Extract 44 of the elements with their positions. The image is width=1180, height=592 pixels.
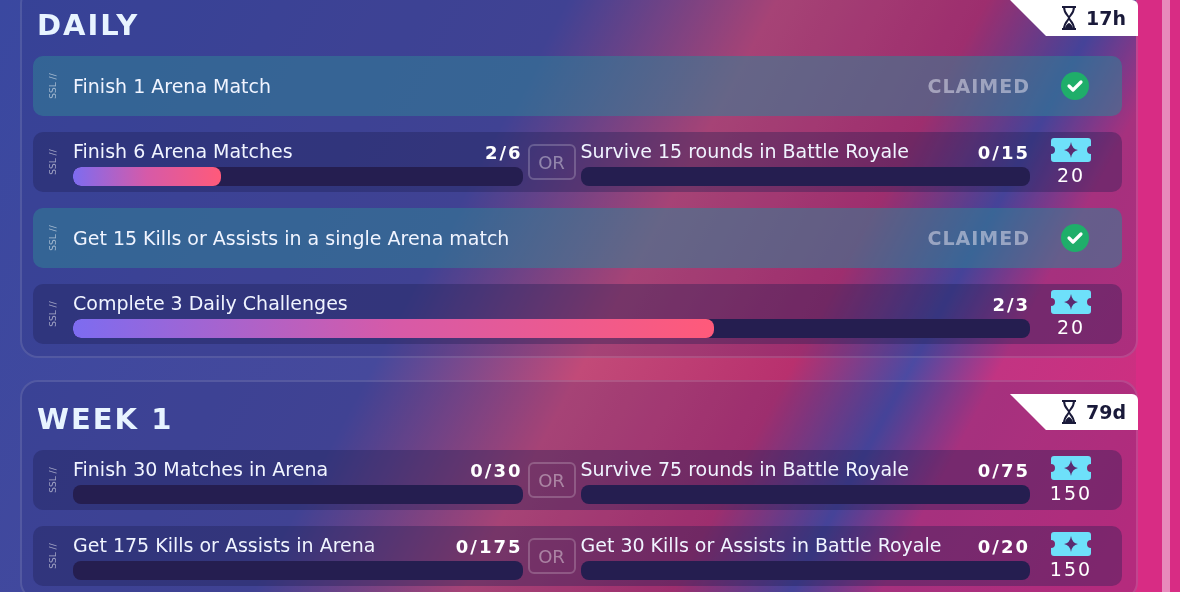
timer-badge: 79d xyxy=(1009,394,1138,430)
or-separator: OR xyxy=(527,538,576,574)
progress-count: 0/20 xyxy=(977,535,1030,557)
section-title: DAILY xyxy=(37,10,140,40)
progress-count: 0/75 xyxy=(977,459,1030,481)
ticket-icon xyxy=(1051,290,1091,314)
scrollbar[interactable] xyxy=(1162,0,1170,592)
objective-text: Finish 6 Arena Matches xyxy=(73,138,293,163)
reward-amount: 150 xyxy=(1049,482,1093,504)
or-separator: OR xyxy=(527,462,576,498)
ticket-icon xyxy=(1051,138,1091,162)
claimed-status: CLAIMED xyxy=(927,75,1030,97)
check-icon xyxy=(1060,223,1090,253)
progress-count: 0/30 xyxy=(470,459,523,481)
objective-text: Finish 30 Matches in Arena xyxy=(73,456,329,481)
progress-count: 0/15 xyxy=(977,141,1030,163)
row-tag: SSL // xyxy=(48,73,58,99)
timer-badge: 17h xyxy=(1010,0,1138,36)
objective-text: Survive 15 rounds in Battle Royale xyxy=(580,138,909,163)
objective-text: Get 15 Kills or Assists in a single Arena match xyxy=(73,227,511,249)
row-tag: SSL // xyxy=(48,467,58,493)
objective-text: Get 175 Kills or Assists in Arena xyxy=(73,532,376,557)
reward-amount: 20 xyxy=(1056,316,1086,338)
objective-text: Complete 3 Daily Challenges xyxy=(73,290,348,315)
ticket-icon xyxy=(1051,532,1091,556)
hourglass-icon xyxy=(1060,6,1079,30)
claimed-status: CLAIMED xyxy=(927,227,1030,249)
row-tag: SSL // xyxy=(48,149,58,175)
row-tag: SSL // xyxy=(48,301,58,327)
ticket-icon xyxy=(1051,456,1091,480)
row-tag: SSL // xyxy=(48,225,58,251)
section-title: WEEK 1 xyxy=(37,404,174,434)
objective-text: Survive 75 rounds in Battle Royale xyxy=(580,456,909,481)
objective-text: Get 30 Kills or Assists in Battle Royale xyxy=(580,532,942,557)
or-separator: OR xyxy=(527,144,576,180)
objective-text: Finish 1 Arena Match xyxy=(73,75,273,97)
hourglass-icon xyxy=(1059,400,1078,424)
progress-count: 2/3 xyxy=(992,293,1030,315)
check-icon xyxy=(1060,71,1090,101)
reward-amount: 150 xyxy=(1049,558,1093,580)
progress-count: 2/6 xyxy=(484,141,523,163)
progress-count: 0/175 xyxy=(455,535,523,557)
reward-amount: 20 xyxy=(1056,164,1086,186)
row-tag: SSL // xyxy=(48,543,58,569)
